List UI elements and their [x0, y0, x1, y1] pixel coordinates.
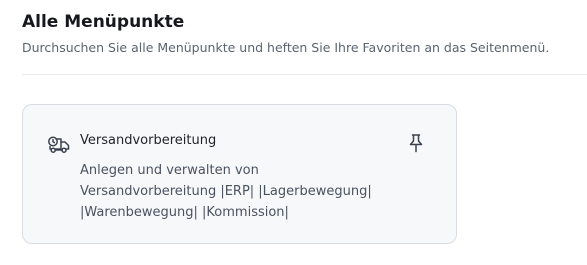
- menu-item-card-versandvorbereitung[interactable]: Versandvorbereitung Anlegen und verwalte…: [22, 104, 457, 244]
- truck-clock-icon: [48, 136, 70, 153]
- description-line: |Warenbewegung| |Kommission|: [80, 205, 289, 220]
- header-divider: [22, 74, 587, 75]
- description-line: Versandvorbereitung |ERP| |Lagerbewegung…: [80, 184, 372, 199]
- page-subtitle: Durchsuchen Sie alle Menüpunkte und heft…: [22, 40, 550, 55]
- page-header: Alle Menüpunkte Durchsuchen Sie alle Men…: [22, 10, 587, 57]
- page-title: Alle Menüpunkte: [22, 12, 185, 32]
- pin-icon: [409, 134, 423, 153]
- pin-button[interactable]: [405, 131, 427, 155]
- menu-item-title[interactable]: Versandvorbereitung: [80, 132, 216, 150]
- menu-item-description: Anlegen und verwalten von Versandvorbere…: [80, 160, 440, 223]
- description-line: Anlegen und verwalten von: [80, 163, 259, 178]
